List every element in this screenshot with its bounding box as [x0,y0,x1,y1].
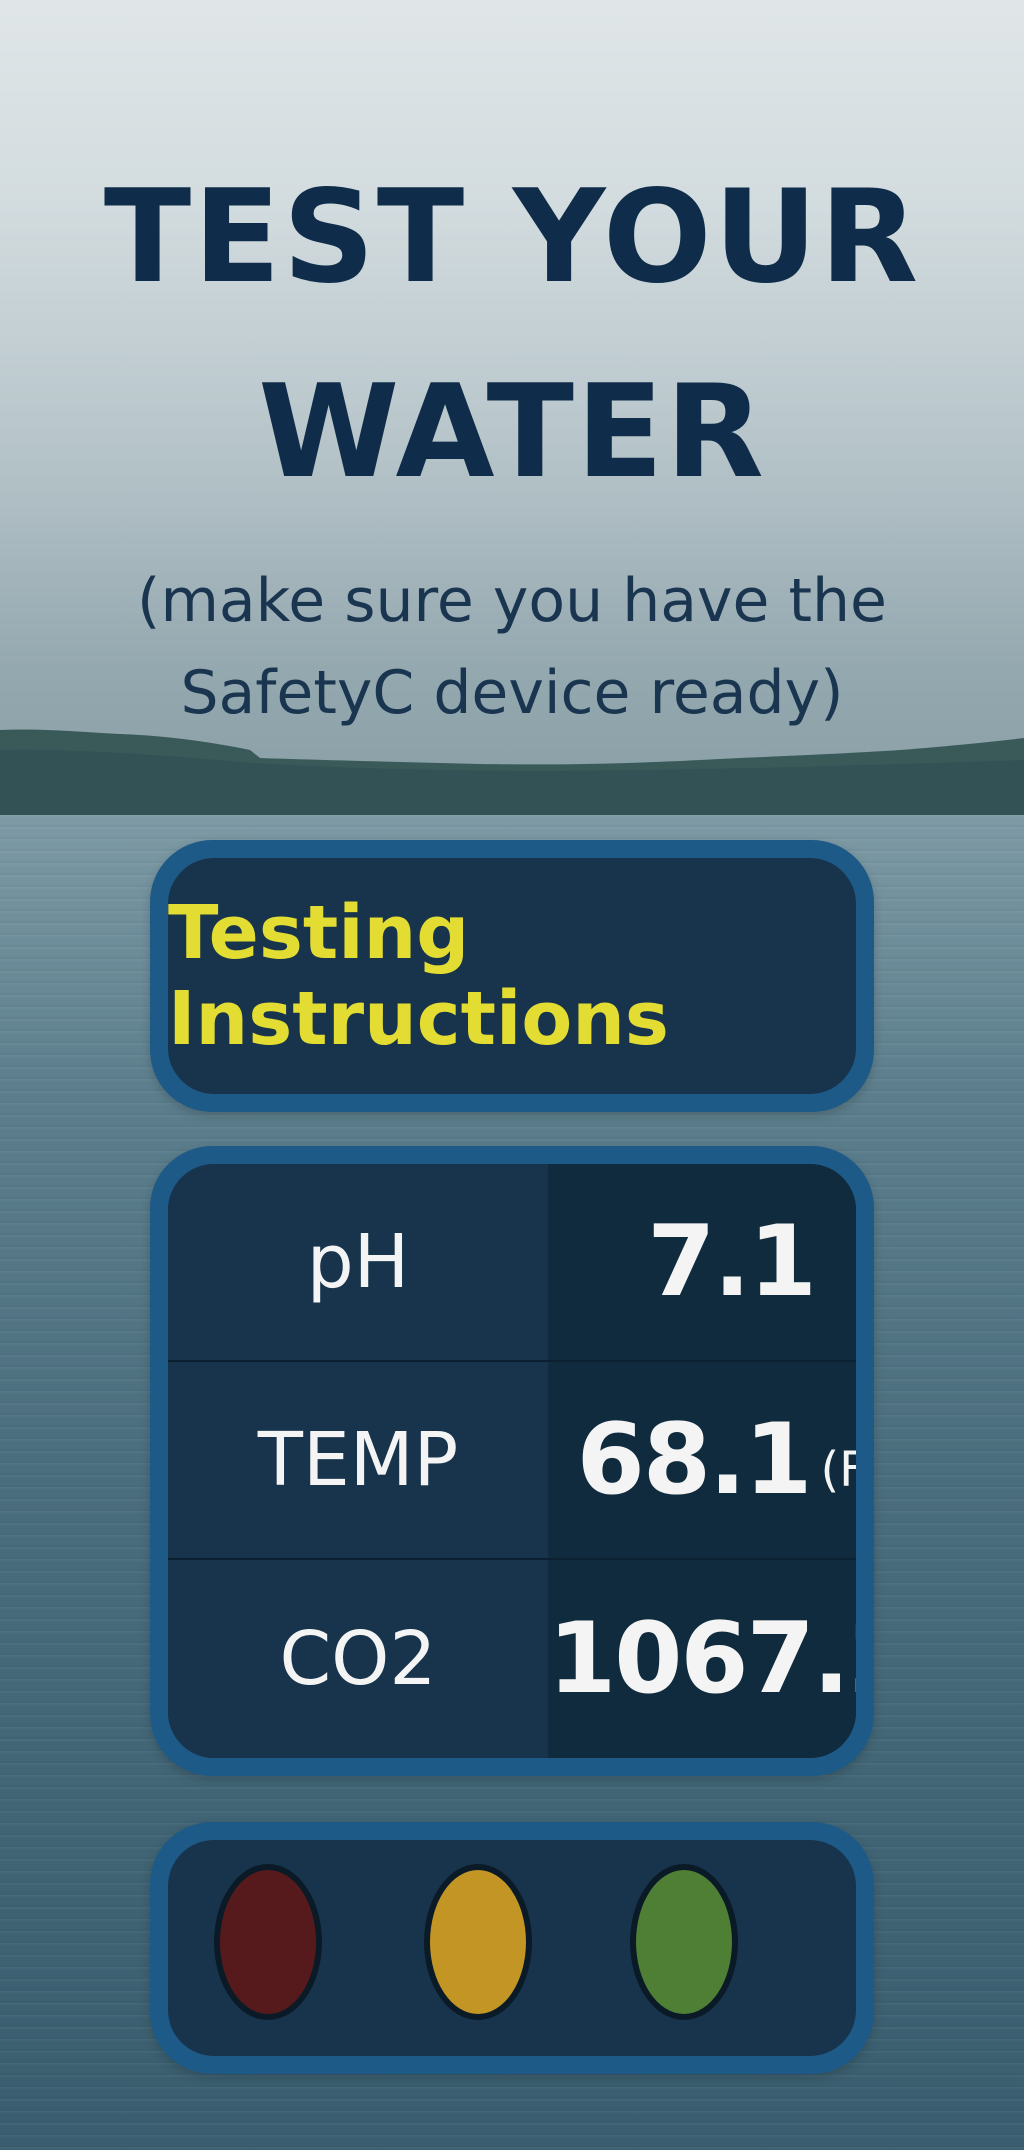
ph-value: 7.1 [647,1205,817,1319]
subtitle-line-2: SafetyC device ready) [180,658,844,728]
yellow-status-light [424,1864,532,2020]
page-subtitle: (make sure you have the SafetyC device r… [0,555,1024,739]
testing-instructions-label: Testing Instructions [168,890,669,1062]
green-status-light [630,1864,738,2020]
subtitle-line-1: (make sure you have the [137,566,887,636]
title-line-2: WATER [258,358,766,507]
reading-label-temp: TEMP [168,1362,548,1560]
red-status-light [214,1864,322,2020]
reading-value-co2: 1067.2 [548,1560,856,1758]
reading-value-ph: 7.1 [548,1164,856,1362]
status-lights-card [150,1822,874,2074]
status-lights-card-inner [168,1840,856,2056]
instructions-card: Testing Instructions [150,840,874,1112]
readings-card-inner: pH 7.1 TEMP 68.1(F) CO2 1067.2 [168,1164,856,1758]
co2-value: 1067.2 [548,1602,856,1716]
reading-label-co2: CO2 [168,1560,548,1758]
page-title: TEST YOUR WATER [0,140,1024,530]
temp-value: 68.1 [576,1403,813,1517]
title-line-1: TEST YOUR [103,163,921,312]
reading-value-temp: 68.1(F) [548,1362,856,1560]
instructions-card-inner: Testing Instructions [168,858,856,1094]
temp-unit: (F) [820,1442,856,1498]
reading-label-ph: pH [168,1164,548,1362]
testing-instructions-button[interactable]: Testing Instructions [168,858,856,1094]
status-lights [168,1840,856,2056]
readings-card: pH 7.1 TEMP 68.1(F) CO2 1067.2 [150,1146,874,1776]
readings-table: pH 7.1 TEMP 68.1(F) CO2 1067.2 [168,1164,856,1758]
